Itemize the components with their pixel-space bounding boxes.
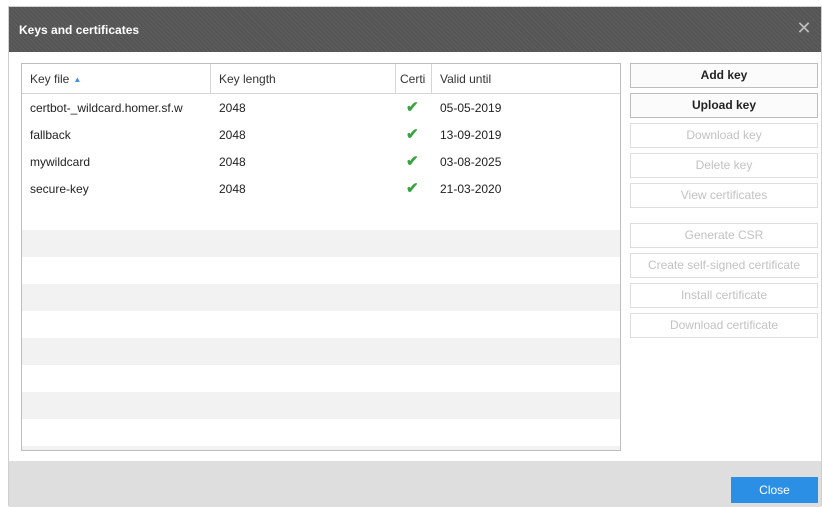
check-icon: ✔ <box>406 153 419 170</box>
empty-row <box>22 392 620 419</box>
cell-key-file: fallback <box>30 128 71 142</box>
close-icon[interactable]: ✕ <box>793 17 815 39</box>
table-body: certbot-_wildcard.homer.sf.w 2048 ✔ 05-0… <box>22 95 620 450</box>
cell-key-file: mywildcard <box>30 155 91 169</box>
dialog-title: Keys and certificates <box>19 23 140 37</box>
dialog-titlebar: Keys and certificates ✕ <box>9 7 821 52</box>
check-icon: ✔ <box>406 126 419 143</box>
table-row[interactable]: secure-key 2048 ✔ 21-03-2020 <box>22 176 620 203</box>
cell-valid-until: 21-03-2020 <box>440 182 502 196</box>
table-header: Key file ▲ Key length Certi Valid until <box>22 64 620 94</box>
upload-key-button[interactable]: Upload key <box>630 93 818 118</box>
keys-table: Key file ▲ Key length Certi Valid until c… <box>21 63 621 451</box>
empty-row <box>22 446 620 450</box>
cell-key-file: certbot-_wildcard.homer.sf.w <box>30 101 183 115</box>
empty-row <box>22 230 620 257</box>
download-certificate-button[interactable]: Download certificate <box>630 313 818 338</box>
empty-row <box>22 365 620 392</box>
create-self-signed-certificate-button[interactable]: Create self-signed certificate <box>630 253 818 278</box>
cell-key-length: 2048 <box>219 182 246 196</box>
cell-key-length: 2048 <box>219 128 246 142</box>
cell-valid-until: 05-05-2019 <box>440 101 502 115</box>
cell-valid-until: 03-08-2025 <box>440 155 502 169</box>
install-certificate-button[interactable]: Install certificate <box>630 283 818 308</box>
cell-key-file: secure-key <box>30 182 89 196</box>
empty-row <box>22 257 620 284</box>
delete-key-button[interactable]: Delete key <box>630 153 818 178</box>
sort-ascending-icon: ▲ <box>73 75 82 84</box>
table-row[interactable]: mywildcard 2048 ✔ 03-08-2025 <box>22 149 620 176</box>
cell-valid-until: 13-09-2019 <box>440 128 502 142</box>
generate-csr-button[interactable]: Generate CSR <box>630 223 818 248</box>
add-key-button[interactable]: Add key <box>630 63 818 88</box>
table-row[interactable]: fallback 2048 ✔ 13-09-2019 <box>22 122 620 149</box>
download-key-button[interactable]: Download key <box>630 123 818 148</box>
column-header-key-length[interactable]: Key length <box>211 64 396 94</box>
column-header-certificate[interactable]: Certi <box>396 64 432 94</box>
empty-row <box>22 203 620 230</box>
empty-row <box>22 419 620 446</box>
check-icon: ✔ <box>406 99 419 116</box>
dialog-footer: Close <box>9 461 821 507</box>
cell-key-length: 2048 <box>219 155 246 169</box>
column-header-valid-until[interactable]: Valid until <box>432 64 620 94</box>
cell-key-length: 2048 <box>219 101 246 115</box>
table-row[interactable]: certbot-_wildcard.homer.sf.w 2048 ✔ 05-0… <box>22 95 620 122</box>
empty-row <box>22 311 620 338</box>
column-header-key-file[interactable]: Key file ▲ <box>22 64 211 94</box>
close-button[interactable]: Close <box>731 477 818 503</box>
column-header-label: Key file <box>30 72 70 86</box>
keys-certificates-dialog: Keys and certificates ✕ Key file ▲ Key le… <box>8 6 822 507</box>
check-icon: ✔ <box>406 180 419 197</box>
empty-row <box>22 338 620 365</box>
empty-row <box>22 284 620 311</box>
view-certificates-button[interactable]: View certificates <box>630 183 818 208</box>
